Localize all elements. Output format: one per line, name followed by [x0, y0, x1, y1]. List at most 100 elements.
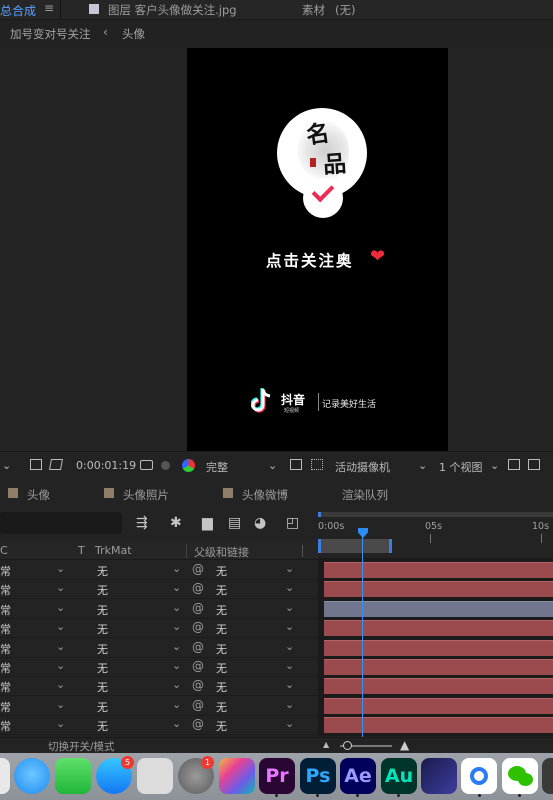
- pick-whip-icon[interactable]: @: [192, 581, 204, 595]
- resolution-select[interactable]: 完整: [206, 459, 228, 475]
- chevron-down-icon[interactable]: ⌄: [172, 698, 181, 711]
- work-area-bar[interactable]: [318, 539, 392, 553]
- pick-whip-icon[interactable]: @: [192, 698, 204, 712]
- composition-flowchart-icon[interactable]: ⇶: [136, 515, 148, 531]
- pick-whip-icon[interactable]: @: [192, 640, 204, 654]
- toggle-switches-modes[interactable]: 切换开关/模式: [48, 739, 115, 754]
- parent-select[interactable]: 无: [216, 582, 227, 598]
- tab-menu-icon[interactable]: ≡: [44, 1, 54, 15]
- chevron-down-icon[interactable]: ⌄: [285, 640, 294, 653]
- column-trkmat[interactable]: TrkMat: [95, 544, 132, 557]
- trkmat-select[interactable]: 无: [97, 641, 108, 657]
- wechat-icon[interactable]: [502, 758, 538, 794]
- final-cut-pro-icon[interactable]: [219, 758, 255, 794]
- layer-duration-bar[interactable]: [324, 581, 553, 598]
- blend-mode-select[interactable]: 常: [0, 582, 11, 598]
- blend-mode-select[interactable]: 常: [0, 563, 11, 579]
- trkmat-select[interactable]: 无: [97, 602, 108, 618]
- premiere-icon[interactable]: Pr: [259, 758, 295, 794]
- pick-whip-icon[interactable]: @: [192, 659, 204, 673]
- chevron-down-icon[interactable]: ⌄: [285, 562, 294, 575]
- chevron-down-icon[interactable]: ⌄: [172, 659, 181, 672]
- blend-mode-select[interactable]: 常: [0, 699, 11, 715]
- show-snapshot-icon[interactable]: [161, 461, 170, 470]
- trkmat-select[interactable]: 无: [97, 582, 108, 598]
- zoom-slider-knob[interactable]: [343, 741, 352, 750]
- layer-row[interactable]: 常 ⌄ 无 ⌄ @ 无 ⌄: [0, 658, 318, 677]
- parent-select[interactable]: 无: [216, 563, 227, 579]
- parent-select[interactable]: 无: [216, 621, 227, 637]
- parent-select[interactable]: 无: [216, 679, 227, 695]
- trkmat-select[interactable]: 无: [97, 660, 108, 676]
- layer-duration-bar-selected[interactable]: [324, 600, 553, 617]
- layer-duration-bar[interactable]: [324, 717, 553, 734]
- media-encoder-icon[interactable]: [421, 758, 457, 794]
- chevron-down-icon[interactable]: ⌄: [56, 562, 65, 575]
- camera-chevron-icon[interactable]: ⌄: [418, 459, 427, 472]
- chevron-down-icon[interactable]: ⌄: [285, 678, 294, 691]
- composition-canvas[interactable]: 名 品 点击关注奥 ❤ 抖音 短视频 记录美好生活: [187, 48, 448, 451]
- layer-row[interactable]: 常 ⌄ 无 ⌄ @ 无 ⌄: [0, 696, 318, 716]
- time-navigator[interactable]: [318, 512, 553, 517]
- chevron-down-icon[interactable]: ⌄: [285, 601, 294, 614]
- layer-duration-bar[interactable]: [324, 678, 553, 695]
- column-parent[interactable]: 父级和链接: [194, 544, 249, 560]
- layer-row[interactable]: 常 ⌄ 无 ⌄ @ 无 ⌄: [0, 619, 318, 639]
- playhead-line[interactable]: [362, 531, 363, 739]
- layer-duration-bar[interactable]: [324, 697, 553, 714]
- chevron-down-icon[interactable]: ⌄: [172, 717, 181, 730]
- fast-preview-icon[interactable]: [290, 459, 302, 470]
- layer-search-input[interactable]: [0, 512, 122, 534]
- parent-select[interactable]: 无: [216, 718, 227, 734]
- screenshot-icon[interactable]: [137, 758, 173, 794]
- frame-blending-icon[interactable]: ▤: [228, 515, 241, 531]
- layer-row[interactable]: 常 ⌄ 无 ⌄ @ 无 ⌄: [0, 580, 318, 600]
- tab-render-queue[interactable]: 渲染队列: [342, 487, 388, 503]
- tab-avatar-weibo[interactable]: 头像微博: [242, 487, 288, 503]
- time-ruler[interactable]: 0:00s 05s 10s: [318, 506, 553, 558]
- view-chevron-icon[interactable]: ⌄: [490, 459, 499, 472]
- region-of-interest-icon[interactable]: [30, 459, 42, 470]
- parent-select[interactable]: 无: [216, 660, 227, 676]
- blend-mode-select[interactable]: 常: [0, 602, 11, 618]
- trkmat-select[interactable]: 无: [97, 699, 108, 715]
- baidu-netdisk-icon[interactable]: [461, 758, 497, 794]
- blend-mode-select[interactable]: 常: [0, 621, 11, 637]
- tab-avatar-photo[interactable]: 头像照片: [123, 487, 169, 503]
- chevron-down-icon[interactable]: ⌄: [56, 659, 65, 672]
- zoom-out-icon[interactable]: ▲: [323, 740, 329, 749]
- chevron-down-icon[interactable]: ⌄: [172, 678, 181, 691]
- timecode[interactable]: 0:00:01:19: [76, 459, 136, 472]
- contacts-icon[interactable]: [0, 758, 10, 794]
- layer-row[interactable]: 常 ⌄ 无 ⌄ @ 无 ⌄: [0, 561, 318, 580]
- chevron-down-icon[interactable]: ⌄: [172, 640, 181, 653]
- chevron-down-icon[interactable]: ⌄: [285, 581, 294, 594]
- blend-mode-select[interactable]: 常: [0, 641, 11, 657]
- graph-editor-icon[interactable]: ◰: [286, 515, 299, 531]
- tab-avatar[interactable]: 头像: [27, 487, 50, 503]
- chevron-down-icon[interactable]: ⌄: [56, 698, 65, 711]
- transparency-toggle-icon[interactable]: [311, 459, 323, 470]
- resolution-chevron-icon[interactable]: ⌄: [268, 459, 277, 472]
- column-t[interactable]: T: [78, 544, 85, 557]
- parent-select[interactable]: 无: [216, 699, 227, 715]
- blend-mode-select[interactable]: 常: [0, 660, 11, 676]
- trkmat-select[interactable]: 无: [97, 621, 108, 637]
- chevron-down-icon[interactable]: ⌄: [285, 698, 294, 711]
- toggle-pixel-aspect-icon[interactable]: [508, 459, 520, 470]
- layer-duration-bar[interactable]: [324, 562, 553, 578]
- blend-mode-select[interactable]: 常: [0, 679, 11, 695]
- timeline-tracks[interactable]: [318, 558, 553, 736]
- view-layout-select[interactable]: 1 个视图: [439, 459, 483, 475]
- trkmat-select[interactable]: 无: [97, 679, 108, 695]
- chevron-down-icon[interactable]: ⌄: [56, 717, 65, 730]
- trkmat-select[interactable]: 无: [97, 718, 108, 734]
- after-effects-icon[interactable]: Ae: [340, 758, 376, 794]
- breadcrumb-item-parent[interactable]: 加号变对号关注: [10, 26, 91, 42]
- pick-whip-icon[interactable]: @: [192, 562, 204, 576]
- photoshop-icon[interactable]: Ps: [300, 758, 336, 794]
- pick-whip-icon[interactable]: @: [192, 678, 204, 692]
- tab-main-comp[interactable]: 总合成: [0, 2, 36, 19]
- facetime-icon[interactable]: [55, 758, 91, 794]
- chevron-down-icon[interactable]: ⌄: [56, 581, 65, 594]
